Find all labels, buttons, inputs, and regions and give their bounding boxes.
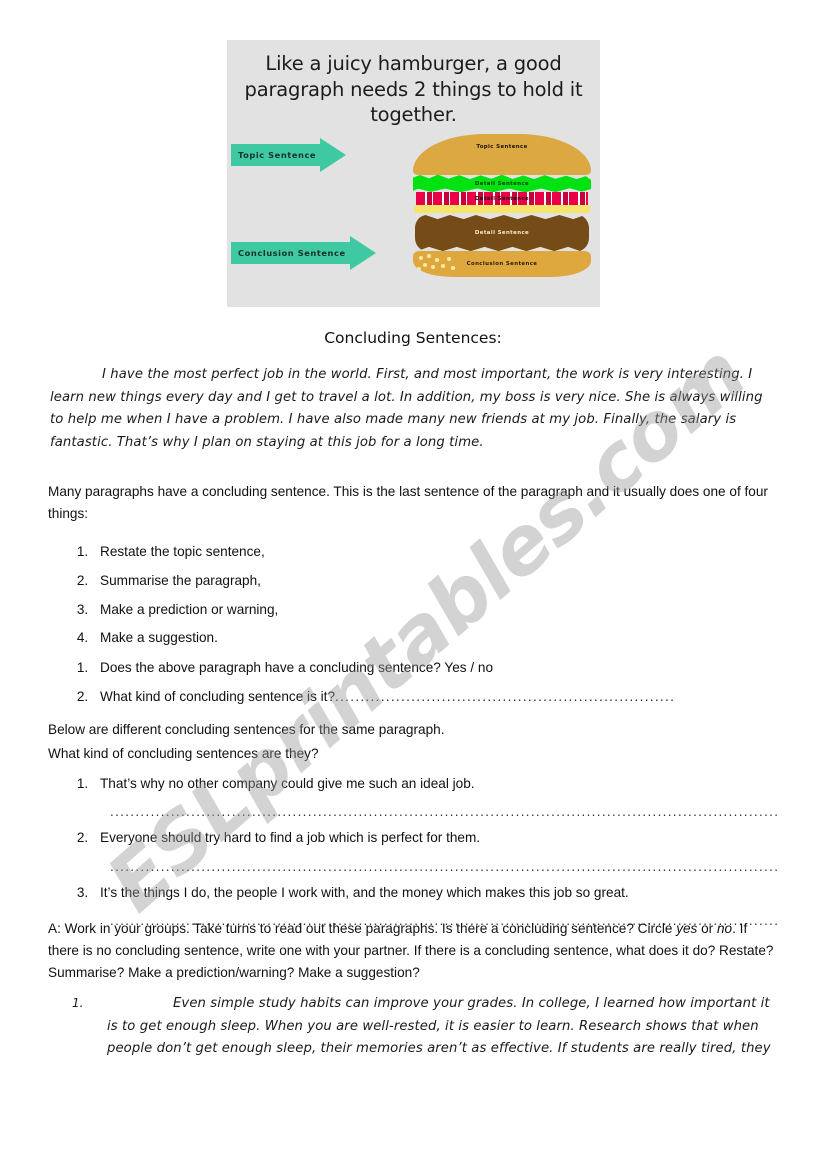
arrow-label-topic: Topic Sentence xyxy=(238,150,317,161)
burger-layer-label: Topic Sentence xyxy=(476,144,528,151)
answer-blank-line[interactable]: ........................................… xyxy=(110,801,778,818)
burger-layer-label: Detail Sentence xyxy=(474,230,530,237)
list-item: That’s why no other company could give m… xyxy=(92,773,778,818)
list-item: Make a suggestion. xyxy=(92,627,778,649)
arrow-body: Topic Sentence xyxy=(231,144,322,167)
question-text: What kind of concluding sentence is it? xyxy=(100,688,336,704)
arrow-label-conclusion: Conclusion Sentence xyxy=(238,248,346,259)
question-item-1: Does the above paragraph have a concludi… xyxy=(92,657,778,679)
burger-layer-bottom-bun: Conclusion Sentence xyxy=(413,251,591,278)
sentence-text: Everyone should try hard to find a job w… xyxy=(100,830,481,846)
burger-layer-label: Detail Sentence xyxy=(474,195,530,202)
figure-heading: Like a juicy hamburger, a good paragraph… xyxy=(244,52,583,127)
burger-diagram: Topic Sentence Conclusion Sentence Topic… xyxy=(227,132,600,282)
arrow-topic-sentence: Topic Sentence xyxy=(231,138,347,173)
below-line-2: What kind of concluding sentences are th… xyxy=(48,746,319,762)
four-things-list: Restate the topic sentence, Summarise th… xyxy=(48,541,778,649)
burger-layer-top-bun: Topic Sentence xyxy=(413,134,591,176)
item-number: 1. xyxy=(72,996,84,1010)
practice-item-1: 1. Even simple study habits can improve … xyxy=(50,993,776,1061)
practice-paragraph: Even simple study habits can improve you… xyxy=(107,996,771,1057)
question-text: Does the above paragraph have a concludi… xyxy=(100,660,494,675)
arrow-conclusion-sentence: Conclusion Sentence xyxy=(231,236,376,271)
burger-layer-patty: Detail Sentence xyxy=(415,214,589,252)
answer-blank-line[interactable]: ........................................… xyxy=(110,856,778,873)
arrow-body: Conclusion Sentence xyxy=(231,242,351,265)
answer-blank[interactable]: ........................................… xyxy=(335,689,675,704)
sentence-text: That’s why no other company could give m… xyxy=(100,776,475,792)
worksheet-page: Like a juicy hamburger, a good paragraph… xyxy=(0,0,826,1169)
arrow-head-icon xyxy=(320,138,347,173)
concluding-sentence-list: That’s why no other company could give m… xyxy=(48,773,778,926)
burger-layer-label: Detail Sentence xyxy=(474,181,530,188)
page-title: Concluding Sentences: xyxy=(324,329,502,347)
list-item: Summarise the paragraph, xyxy=(92,570,778,592)
section-a-em-yes: yes xyxy=(676,921,698,936)
section-a-part2: or xyxy=(697,921,717,936)
questions-block: Does the above paragraph have a concludi… xyxy=(48,657,778,714)
burger-stack: Topic Sentence Detail Sentence Detail Se… xyxy=(413,134,591,278)
below-line-1: Below are different concluding sentences… xyxy=(48,722,445,737)
section-a-instructions: A: Work in your groups. Take turns to re… xyxy=(48,918,778,984)
question-item-2: What kind of concluding sentence is it?.… xyxy=(92,686,778,708)
section-a-part1: A: Work in your groups. Take turns to re… xyxy=(48,921,677,936)
section-a-em-no: no xyxy=(716,921,733,936)
intro-block: Many paragraphs have a concluding senten… xyxy=(48,481,778,656)
list-item: Make a prediction or warning, xyxy=(92,599,778,621)
questions-list: Does the above paragraph have a concludi… xyxy=(48,657,778,708)
burger-layer-lettuce: Detail Sentence xyxy=(413,174,591,193)
hamburger-figure: Like a juicy hamburger, a good paragraph… xyxy=(227,40,600,307)
list-item: Everyone should try hard to find a job w… xyxy=(92,827,778,872)
sample-paragraph: I have the most perfect job in the world… xyxy=(50,367,763,451)
burger-layer-tomato: Detail Sentence xyxy=(416,192,588,206)
below-block: Below are different concluding sentences… xyxy=(48,719,778,936)
list-item: Restate the topic sentence, xyxy=(92,541,778,563)
arrow-head-icon xyxy=(349,236,376,271)
intro-text: Many paragraphs have a concluding senten… xyxy=(48,484,768,522)
burger-layer-label: Conclusion Sentence xyxy=(466,261,538,268)
sentence-text: It’s the things I do, the people I work … xyxy=(100,884,629,900)
burger-layer-cheese xyxy=(414,205,590,214)
